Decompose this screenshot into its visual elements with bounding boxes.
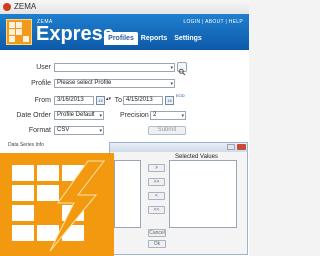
- precision-label: Precision: [120, 112, 149, 119]
- tab-settings[interactable]: Settings: [171, 32, 205, 45]
- from-date-input[interactable]: 3/16/2013: [54, 96, 94, 105]
- profile-label: Profile: [31, 80, 51, 87]
- add-all-button[interactable]: >>: [148, 178, 165, 186]
- zema-logo: [6, 19, 32, 45]
- from-label: From: [34, 97, 51, 104]
- data-series-label: Data Series Info: [8, 142, 44, 148]
- date-order-label: Date Order: [16, 112, 51, 119]
- title-bar: ZEMA: [0, 0, 249, 15]
- profile-select[interactable]: Please select Profile ▾: [54, 79, 175, 88]
- chevron-down-icon: ▾: [170, 65, 173, 71]
- chevron-down-icon: ▾: [99, 128, 102, 134]
- cancel-button[interactable]: Cancel: [148, 229, 166, 237]
- chevron-down-icon: ▾: [181, 113, 184, 119]
- remove-button[interactable]: <: [148, 192, 165, 200]
- brand-title: Express: [36, 23, 114, 45]
- header-links[interactable]: LOGIN | ABOUT | HELP: [183, 19, 243, 25]
- user-select[interactable]: ▾: [54, 63, 175, 72]
- from-spin[interactable]: ▴▾: [106, 96, 111, 102]
- app-icon: [3, 3, 11, 11]
- dialog-title-bar: [110, 143, 247, 152]
- chevron-down-icon: ▾: [99, 113, 102, 119]
- lightning-icon: [49, 160, 106, 252]
- search-icon: [178, 68, 186, 76]
- chevron-down-icon: ▾: [170, 81, 173, 87]
- precision-select[interactable]: 2 ▾: [150, 111, 186, 120]
- zema-large-logo: [0, 153, 114, 256]
- tab-profiles[interactable]: Profiles: [104, 32, 138, 45]
- date-order-select[interactable]: Profile Default ▾: [54, 111, 104, 120]
- ok-button[interactable]: Ok: [148, 240, 166, 248]
- window-title: ZEMA: [14, 2, 37, 11]
- available-values-list[interactable]: [114, 160, 141, 228]
- selected-values-list[interactable]: [169, 160, 237, 228]
- user-label: User: [36, 64, 51, 71]
- help-icon[interactable]: [227, 144, 235, 150]
- app-window: ZEMA ZEMA Express LOGIN | ABOUT | HELP P…: [0, 0, 249, 256]
- calendar-icon[interactable]: 15: [96, 96, 105, 105]
- add-button[interactable]: >: [148, 164, 165, 172]
- search-button[interactable]: [177, 62, 187, 76]
- to-date-input[interactable]: 4/15/2013: [123, 96, 163, 105]
- calendar-icon[interactable]: 15: [165, 96, 174, 105]
- format-label: Format: [28, 127, 51, 134]
- close-icon[interactable]: [237, 144, 246, 150]
- submit-button[interactable]: Submit: [148, 126, 186, 135]
- to-label: To: [114, 97, 122, 104]
- format-select[interactable]: CSV ▾: [54, 126, 104, 135]
- eod-link[interactable]: EOD: [176, 93, 185, 98]
- tab-reports[interactable]: Reports: [140, 32, 168, 45]
- select-values-dialog: Selected Values > >> < << Cancel Ok: [109, 142, 248, 255]
- remove-all-button[interactable]: <<: [148, 206, 165, 214]
